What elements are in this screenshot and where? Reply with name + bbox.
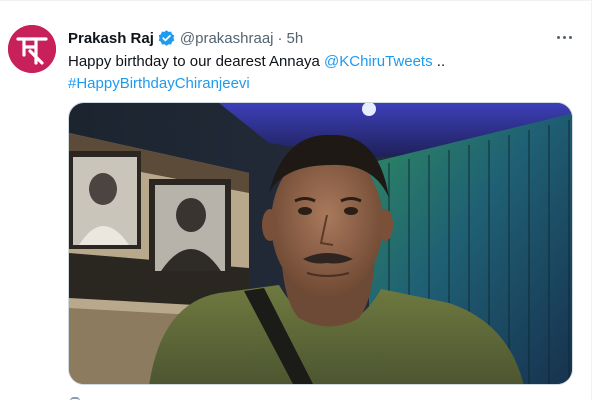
hashtag-link[interactable]: #HappyBirthdayChiranjeevi	[68, 75, 250, 92]
tweet-actions-partial	[68, 393, 528, 400]
mention-link[interactable]: @KChiruTweets	[324, 53, 433, 70]
tweet-text: Happy birthday to our dearest Annaya @KC…	[68, 51, 568, 95]
tweet-video[interactable]	[68, 102, 573, 385]
verified-badge-icon	[158, 29, 175, 46]
tweet-text-body: Happy birthday to our dearest Annaya	[68, 53, 324, 70]
author-name[interactable]: Prakash Raj	[68, 30, 154, 47]
avatar[interactable]	[8, 25, 56, 73]
video-frame	[69, 103, 572, 384]
more-options-icon[interactable]	[552, 27, 576, 47]
header-separator: ·	[277, 29, 283, 47]
tweet-card[interactable]: Prakash Raj @prakashraaj · 5h Happy birt…	[0, 0, 592, 400]
tweet-text-suffix: ..	[432, 53, 446, 70]
avatar-logo-icon	[8, 25, 56, 73]
tweet-timestamp[interactable]: 5h	[287, 30, 304, 47]
tweet-header: Prakash Raj @prakashraaj · 5h	[68, 28, 303, 48]
author-handle[interactable]: @prakashraaj	[180, 30, 274, 47]
